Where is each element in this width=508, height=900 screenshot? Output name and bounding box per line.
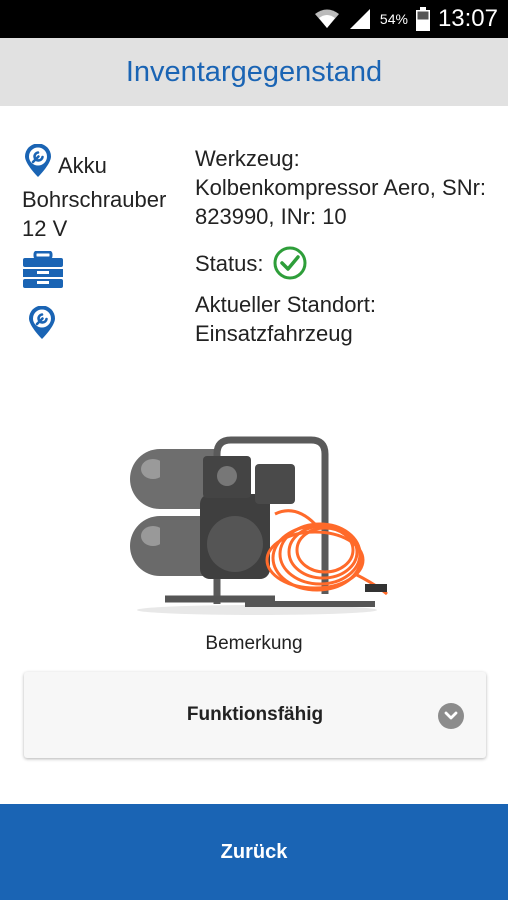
item-detail: Akku Bohrschrauber 12 V Werkzeug: Kolben… bbox=[0, 106, 508, 804]
wifi-icon bbox=[314, 9, 339, 28]
battery-percent: 54% bbox=[379, 11, 408, 27]
back-button[interactable]: Zurück bbox=[0, 804, 508, 900]
chevron-down-icon[interactable] bbox=[438, 703, 464, 729]
clock: 13:07 bbox=[437, 5, 498, 32]
remark-label: Bemerkung bbox=[205, 633, 303, 654]
app-header: Inventargegenstand bbox=[0, 38, 508, 106]
status-bar-right: 54% 13:07 bbox=[314, 0, 498, 38]
tool-value: Kolbenkompressor Aero, SNr: 823990, INr:… bbox=[195, 175, 487, 229]
page-title: Inventargegenstand bbox=[125, 55, 383, 88]
location-label: Aktueller Standort: bbox=[195, 292, 376, 317]
product-image bbox=[125, 434, 390, 616]
location-block: Aktueller Standort: Einsatzfahrzeug bbox=[195, 290, 495, 348]
back-button-label: Zurück bbox=[220, 840, 288, 863]
check-circle-icon bbox=[273, 246, 307, 280]
location-wrench-icon bbox=[22, 143, 54, 185]
status-row: Status: bbox=[195, 246, 495, 280]
remark-dropdown[interactable]: Funktionsfähig bbox=[24, 672, 486, 758]
status-bar: 54% 13:07 bbox=[0, 0, 508, 38]
item-details: Werkzeug: Kolbenkompressor Aero, SNr: 82… bbox=[195, 144, 495, 348]
remark-selected-value: Funktionsfähig bbox=[186, 704, 324, 725]
status-label: Status: bbox=[195, 250, 264, 276]
location-wrench-icon bbox=[26, 305, 190, 345]
toolbox-icon bbox=[22, 250, 190, 294]
location-value: Einsatzfahrzeug bbox=[195, 321, 353, 346]
signal-icon bbox=[349, 9, 370, 29]
item-name-row: Akku Bohrschrauber 12 V bbox=[22, 143, 190, 243]
battery-icon bbox=[415, 7, 430, 31]
tool-label: Werkzeug: bbox=[195, 146, 300, 171]
item-summary: Akku Bohrschrauber 12 V bbox=[22, 143, 190, 345]
